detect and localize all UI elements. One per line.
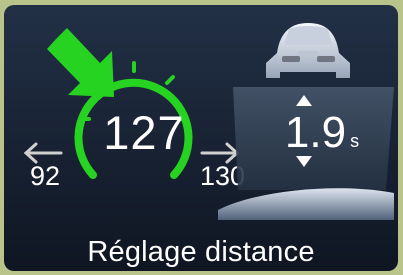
distance-unit: s — [350, 131, 360, 151]
min-speed: 92 — [30, 161, 61, 191]
screen-bezel: 127 92 130 1.9 s Réglage distance — [0, 0, 403, 275]
distance-setting-label: Réglage distance — [87, 236, 315, 268]
acc-distance-panel: 127 92 130 1.9 s Réglage distance — [4, 5, 398, 271]
own-vehicle-hood — [218, 188, 394, 220]
distance-value: 1.9 s — [277, 108, 367, 166]
current-speed: 127 — [103, 106, 185, 159]
arrow-left-icon — [23, 142, 63, 164]
distance-number: 1.9 — [284, 108, 347, 157]
green-arrow-icon — [47, 28, 114, 97]
car-rear-icon — [266, 23, 350, 78]
distance-panel: 1.9 s — [218, 5, 394, 220]
